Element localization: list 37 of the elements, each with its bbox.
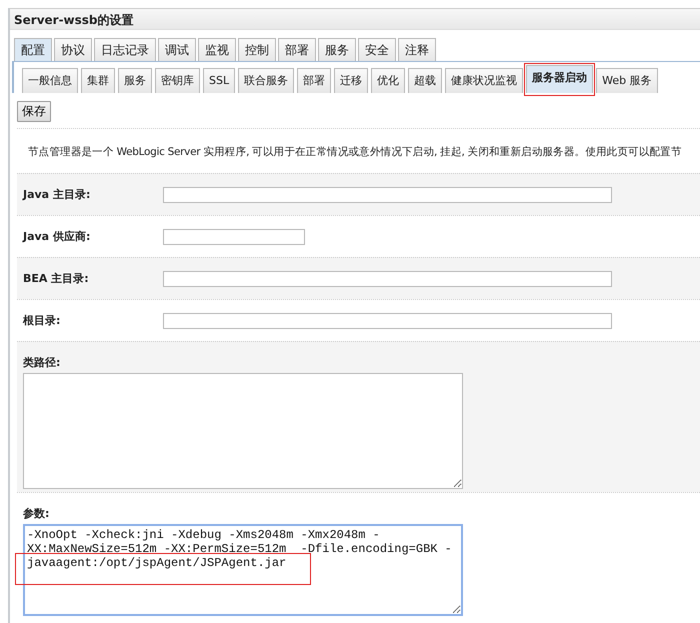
tab[interactable]: 集群	[81, 68, 115, 93]
field-label: Java 供应商:	[21, 229, 92, 244]
field-label: BEA 主目录:	[22, 271, 90, 286]
input-field[interactable]	[163, 312, 612, 328]
tab[interactable]: 监视	[198, 38, 236, 61]
tab[interactable]: 健康状况监视	[445, 68, 524, 93]
window-title: Server-wssb的设置	[10, 8, 700, 30]
input-field[interactable]	[163, 186, 612, 202]
tab[interactable]: Web 服务	[596, 68, 658, 93]
input-field[interactable]	[163, 270, 612, 286]
tab[interactable]: 迁移	[334, 68, 368, 93]
tab[interactable]: 优化	[371, 68, 406, 93]
field-label: 根目录:	[22, 313, 62, 328]
save-button[interactable]: 保存	[17, 101, 51, 122]
tab[interactable]: 注释	[398, 38, 436, 61]
tab[interactable]: 配置	[14, 38, 52, 61]
tab[interactable]: SSL	[203, 68, 236, 93]
tab[interactable]: 服务	[318, 38, 356, 61]
tab[interactable]: 调试	[158, 38, 196, 61]
field-label: 参数:	[23, 506, 50, 521]
tab[interactable]: 联合服务	[238, 68, 294, 93]
tab[interactable]: 控制	[238, 38, 276, 61]
tab[interactable]: 服务器启动	[526, 65, 594, 93]
tab[interactable]: 部署	[278, 38, 316, 61]
text-area[interactable]: -XnoOpt -Xcheck:jni -Xdebug -Xms2048m -Xmx2048m -XX:MaxNewSize=512m -XX:PermSize=512m -Dfile.encoding=GBK -javaagent:/opt/jspAgent/JSPAgent.jar	[23, 524, 463, 616]
input-field[interactable]	[163, 228, 305, 244]
text-area[interactable]	[23, 373, 463, 489]
tab[interactable]: 部署	[297, 68, 332, 93]
tab[interactable]: 超载	[408, 68, 442, 93]
tab[interactable]: 服务	[118, 68, 152, 93]
tab[interactable]: 密钥库	[155, 68, 200, 93]
field-label: 类路径:	[23, 355, 62, 370]
tab[interactable]: 协议	[54, 38, 92, 61]
field-label: Java 主目录:	[21, 187, 92, 202]
tab[interactable]: 一般信息	[22, 68, 78, 93]
tab[interactable]: 日志记录	[94, 38, 156, 61]
tab[interactable]: 安全	[358, 38, 396, 61]
